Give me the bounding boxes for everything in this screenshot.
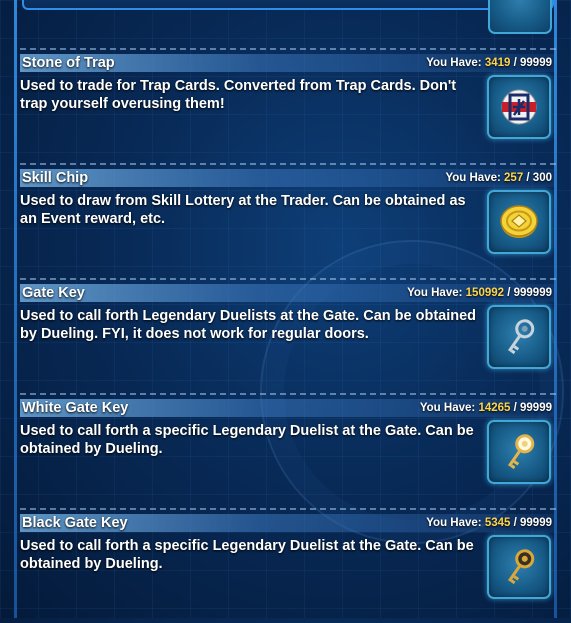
item-divider [20,48,556,50]
item-owned-count: You Have: 14265 / 99999 [419,402,552,414]
gate-key-icon [508,319,535,355]
item-name: Stone of Trap [22,55,115,71]
skill-chip-icon [500,205,538,238]
item-row-white-gate-key[interactable]: White Gate Key You Have: 14265 / 99999 U… [18,393,556,508]
item-owned-count: You Have: 3419 / 99999 [426,57,552,69]
trap-stone-icon [501,89,537,125]
item-description: Used to call forth a specific Legendary … [20,423,474,457]
item-icon-frame [487,305,551,369]
item-header: Black Gate Key You Have: 5345 / 99999 [20,514,554,532]
panel-frame-left [14,0,17,618]
item-row-gate-key[interactable]: Gate Key You Have: 150992 / 999999 Used … [18,278,556,393]
item-name: Gate Key [22,285,85,301]
item-header: Stone of Trap You Have: 3419 / 99999 [20,54,554,72]
previous-item-icon-frame [488,0,552,34]
item-name: Skill Chip [22,170,89,186]
item-description: Used to call forth Legendary Duelists at… [20,308,477,342]
item-row-skill-chip[interactable]: Skill Chip You Have: 257 / 300 Used to d… [18,163,556,278]
item-header: Gate Key You Have: 150992 / 999999 [20,284,554,302]
item-divider [20,508,556,510]
item-icon-frame [487,75,551,139]
item-header: White Gate Key You Have: 14265 / 99999 [20,399,554,417]
previous-item-button[interactable] [22,0,554,10]
item-name: Black Gate Key [22,515,128,531]
item-divider [20,393,556,395]
item-description: Used to trade for Trap Cards. Converted … [20,78,457,112]
black-gate-key-icon [508,549,535,585]
item-row-black-gate-key[interactable]: Black Gate Key You Have: 5345 / 99999 Us… [18,508,556,623]
white-gate-key-icon [508,434,535,470]
item-owned-count: You Have: 257 / 300 [445,172,552,184]
item-name: White Gate Key [22,400,129,416]
item-owned-count: You Have: 5345 / 99999 [426,517,552,529]
item-icon-frame [487,190,551,254]
item-description: Used to call forth a specific Legendary … [20,538,474,572]
item-owned-count: You Have: 150992 / 999999 [407,287,552,299]
item-divider [20,163,556,165]
item-row-stone-of-trap[interactable]: Stone of Trap You Have: 3419 / 99999 Use… [18,48,556,163]
item-icon-frame [487,535,551,599]
item-icon-frame [487,420,551,484]
item-header: Skill Chip You Have: 257 / 300 [20,169,554,187]
item-divider [20,278,556,280]
item-description: Used to draw from Skill Lottery at the T… [20,193,466,227]
